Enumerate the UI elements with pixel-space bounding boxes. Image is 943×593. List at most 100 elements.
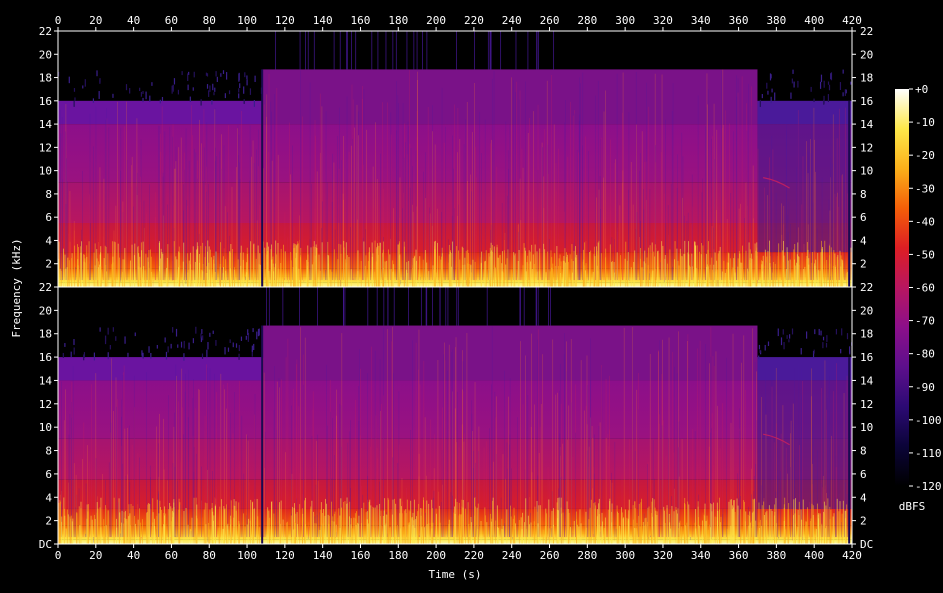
sparse-speck [229,339,231,344]
sparse-speck [200,333,202,339]
y-tick-label: 2 [45,515,52,528]
y-tick-label: 22 [39,25,52,38]
sparse-speck [92,98,95,103]
sparse-speck [818,328,820,336]
y-tick-label: 20 [39,48,52,61]
sparse-speck [192,87,194,91]
colorbar-tick-label: -50 [915,248,935,261]
sparse-speck [209,332,211,337]
sparse-speck [814,329,816,335]
sparse-speck [73,339,75,345]
sparse-speck [246,75,248,80]
sparse-speck [820,330,822,336]
y-tick-label: 4 [45,234,52,247]
x-tick-label: 80 [203,14,216,27]
x-tick-label: 340 [691,14,711,27]
y-tick-label: 22 [860,25,873,38]
x-tick-label: 420 [842,14,862,27]
sparse-speck [759,349,761,353]
y-tick-label: 16 [860,95,873,108]
x-tick-label: 180 [388,549,408,562]
upper-band [58,100,263,125]
x-tick-label: 200 [426,549,446,562]
colorbar-tick-label: -90 [915,381,935,394]
sparse-speck [791,78,793,84]
sparse-speck [822,342,824,349]
sparse-speck [770,96,772,104]
sparse-speck [161,96,164,102]
colorbar-tick-label: -40 [915,215,935,228]
y-tick-label: 22 [860,281,873,294]
x-tick-label: 380 [766,549,786,562]
x-tick-label: 100 [237,549,257,562]
y-tick-label: 12 [39,398,52,411]
upper-band [262,325,758,381]
y-tick-label: 14 [860,118,874,131]
x-tick-label: 260 [540,549,560,562]
sparse-speck [212,330,214,334]
sparse-speck [68,76,70,84]
sparse-speck [206,73,209,77]
sparse-speck [827,94,830,103]
sparse-speck [806,331,808,339]
sparse-speck [192,338,194,344]
sparse-speck [171,85,173,94]
sparse-speck [850,81,852,85]
y-tick-label: 2 [860,515,867,528]
sparse-speck [823,80,825,88]
x-tick-label: 140 [313,14,333,27]
x-tick-label: 160 [351,549,371,562]
y-tick-label: 4 [860,491,867,504]
y-tick-label: 8 [45,445,52,458]
x-tick-label: 200 [426,14,446,27]
sparse-speck [73,100,75,107]
sparse-speck [774,92,776,101]
sparse-speck [109,344,111,350]
x-tick-label: 320 [653,549,673,562]
y-tick-label: 18 [39,72,52,85]
sparse-speck [211,100,213,105]
colorbar-tick-label: -30 [915,182,935,195]
sparse-speck [780,337,783,346]
sparse-speck [73,347,75,355]
y-tick-label: 12 [860,398,873,411]
sparse-speck [793,81,795,88]
sparse-speck [125,84,128,91]
sparse-speck [252,328,254,333]
sparse-speck [150,352,152,359]
sparse-speck [83,352,86,358]
y-tick-label: 12 [860,141,873,154]
x-tick-label: 240 [502,14,522,27]
sparse-speck [786,335,788,339]
sparse-speck [180,341,183,348]
sparse-speck [791,328,794,335]
y-tick-label: 20 [39,304,52,317]
x-tick-label: 60 [165,14,178,27]
sparse-speck [82,85,84,89]
x-tick-label: 40 [127,549,140,562]
sparse-speck [164,337,166,343]
x-tick-label: 120 [275,549,295,562]
sparse-speck [257,329,260,337]
sparse-speck [845,89,847,94]
y-tick-label: DC [860,538,873,551]
spectrogram-chart: 2 24 46 68 810 1012 1214 1416 1618 1820 2022 22DC DC… [10,14,942,581]
sparse-speck [235,343,238,348]
sparse-speck [771,88,773,93]
x-tick-label: 80 [203,549,216,562]
sparse-speck [240,336,243,341]
sparse-speck [207,342,209,350]
x-tick-label: 240 [502,549,522,562]
sparse-speck [245,335,247,340]
y-tick-label: 10 [860,421,873,434]
sparse-speck [253,100,255,107]
sparse-speck [183,340,185,349]
sparse-speck [759,99,761,107]
y-tick-label: 16 [860,351,873,364]
upper-band [58,357,263,381]
sparse-speck [107,352,109,360]
sparse-speck [232,342,234,348]
sparse-speck [96,70,98,77]
sparse-speck [835,328,838,335]
sparse-speck [159,99,161,104]
